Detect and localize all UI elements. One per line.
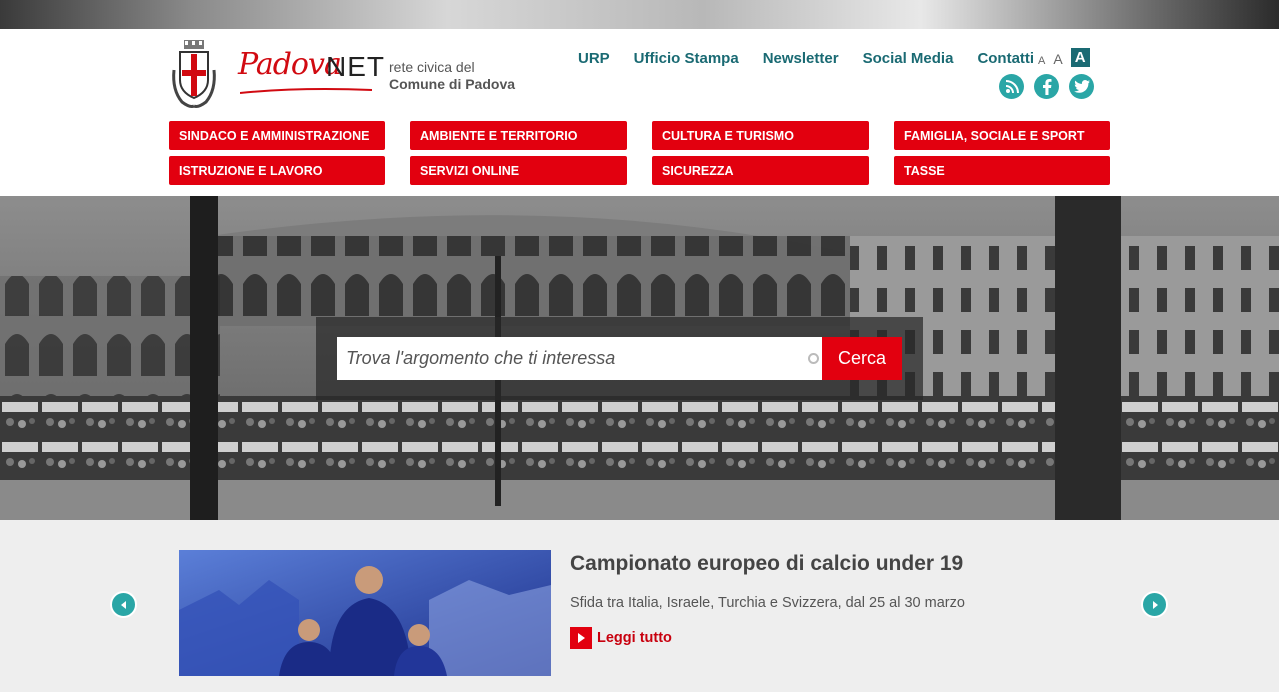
nav-link-newsletter[interactable]: Newsletter — [763, 50, 839, 67]
nav-link-urp[interactable]: URP — [578, 50, 610, 67]
top-banner-strip — [0, 0, 1279, 29]
social-links — [999, 74, 1104, 99]
main-menu: SINDACO E AMMINISTRAZIONE AMBIENTE E TER… — [169, 121, 1110, 185]
menu-tasse[interactable]: TASSE — [894, 156, 1110, 185]
nav-link-contatti[interactable]: Contatti — [977, 50, 1034, 67]
menu-ambiente-territorio[interactable]: AMBIENTE E TERRITORIO — [410, 121, 627, 150]
news-subtitle: Sfida tra Italia, Israele, Turchia e Svi… — [570, 595, 965, 611]
facebook-icon[interactable] — [1034, 74, 1059, 99]
tagline-line2: Comune di Padova — [389, 76, 516, 92]
menu-sicurezza[interactable]: SICUREZZA — [652, 156, 869, 185]
menu-istruzione-lavoro[interactable]: ISTRUZIONE E LAVORO — [169, 156, 385, 185]
read-more-label: Leggi tutto — [597, 630, 672, 646]
rss-icon[interactable] — [999, 74, 1024, 99]
news-title[interactable]: Campionato europeo di calcio under 19 — [570, 552, 963, 576]
font-size-controls: A A A — [1038, 48, 1090, 67]
logo-suffix: NET — [326, 51, 385, 82]
menu-famiglia-sociale-sport[interactable]: FAMIGLIA, SOCIALE E SPORT — [894, 121, 1110, 150]
menu-sindaco-amministrazione[interactable]: SINDACO E AMMINISTRAZIONE — [169, 121, 385, 150]
news-image[interactable] — [179, 550, 551, 676]
chevron-right-icon — [1152, 600, 1158, 609]
padova-crest-icon — [172, 40, 216, 108]
carousel-next-button[interactable] — [1141, 591, 1168, 618]
search-button[interactable]: Cerca — [822, 337, 902, 380]
carousel-prev-button[interactable] — [110, 591, 137, 618]
padovanet-logo[interactable]: Padova NET — [238, 43, 384, 95]
chevron-left-icon — [120, 600, 126, 609]
play-arrow-icon — [570, 627, 592, 649]
menu-cultura-turismo[interactable]: CULTURA E TURISMO — [652, 121, 869, 150]
site-header: Padova NET rete civica del Comune di Pad… — [0, 29, 1279, 196]
hero-banner: Cerca — [0, 196, 1279, 520]
search-input[interactable] — [337, 337, 823, 380]
loading-spinner-icon — [808, 353, 819, 364]
font-size-large-button[interactable]: A — [1070, 48, 1090, 67]
font-size-medium-button[interactable]: A — [1053, 51, 1062, 67]
top-navigation: URP Ufficio Stampa Newsletter Social Med… — [578, 50, 1058, 67]
tagline: rete civica del Comune di Padova — [389, 59, 515, 93]
twitter-icon[interactable] — [1069, 74, 1094, 99]
news-carousel: Campionato europeo di calcio under 19 Sf… — [0, 520, 1279, 692]
read-more-link[interactable]: Leggi tutto — [570, 627, 672, 649]
search-panel: Cerca — [316, 317, 923, 400]
menu-servizi-online[interactable]: SERVIZI ONLINE — [410, 156, 627, 185]
tagline-line1: rete civica del — [389, 59, 475, 75]
font-size-small-button[interactable]: A — [1038, 55, 1045, 67]
nav-link-social-media[interactable]: Social Media — [863, 50, 954, 67]
nav-link-ufficio-stampa[interactable]: Ufficio Stampa — [634, 50, 739, 67]
logo-swash-icon — [240, 88, 372, 94]
